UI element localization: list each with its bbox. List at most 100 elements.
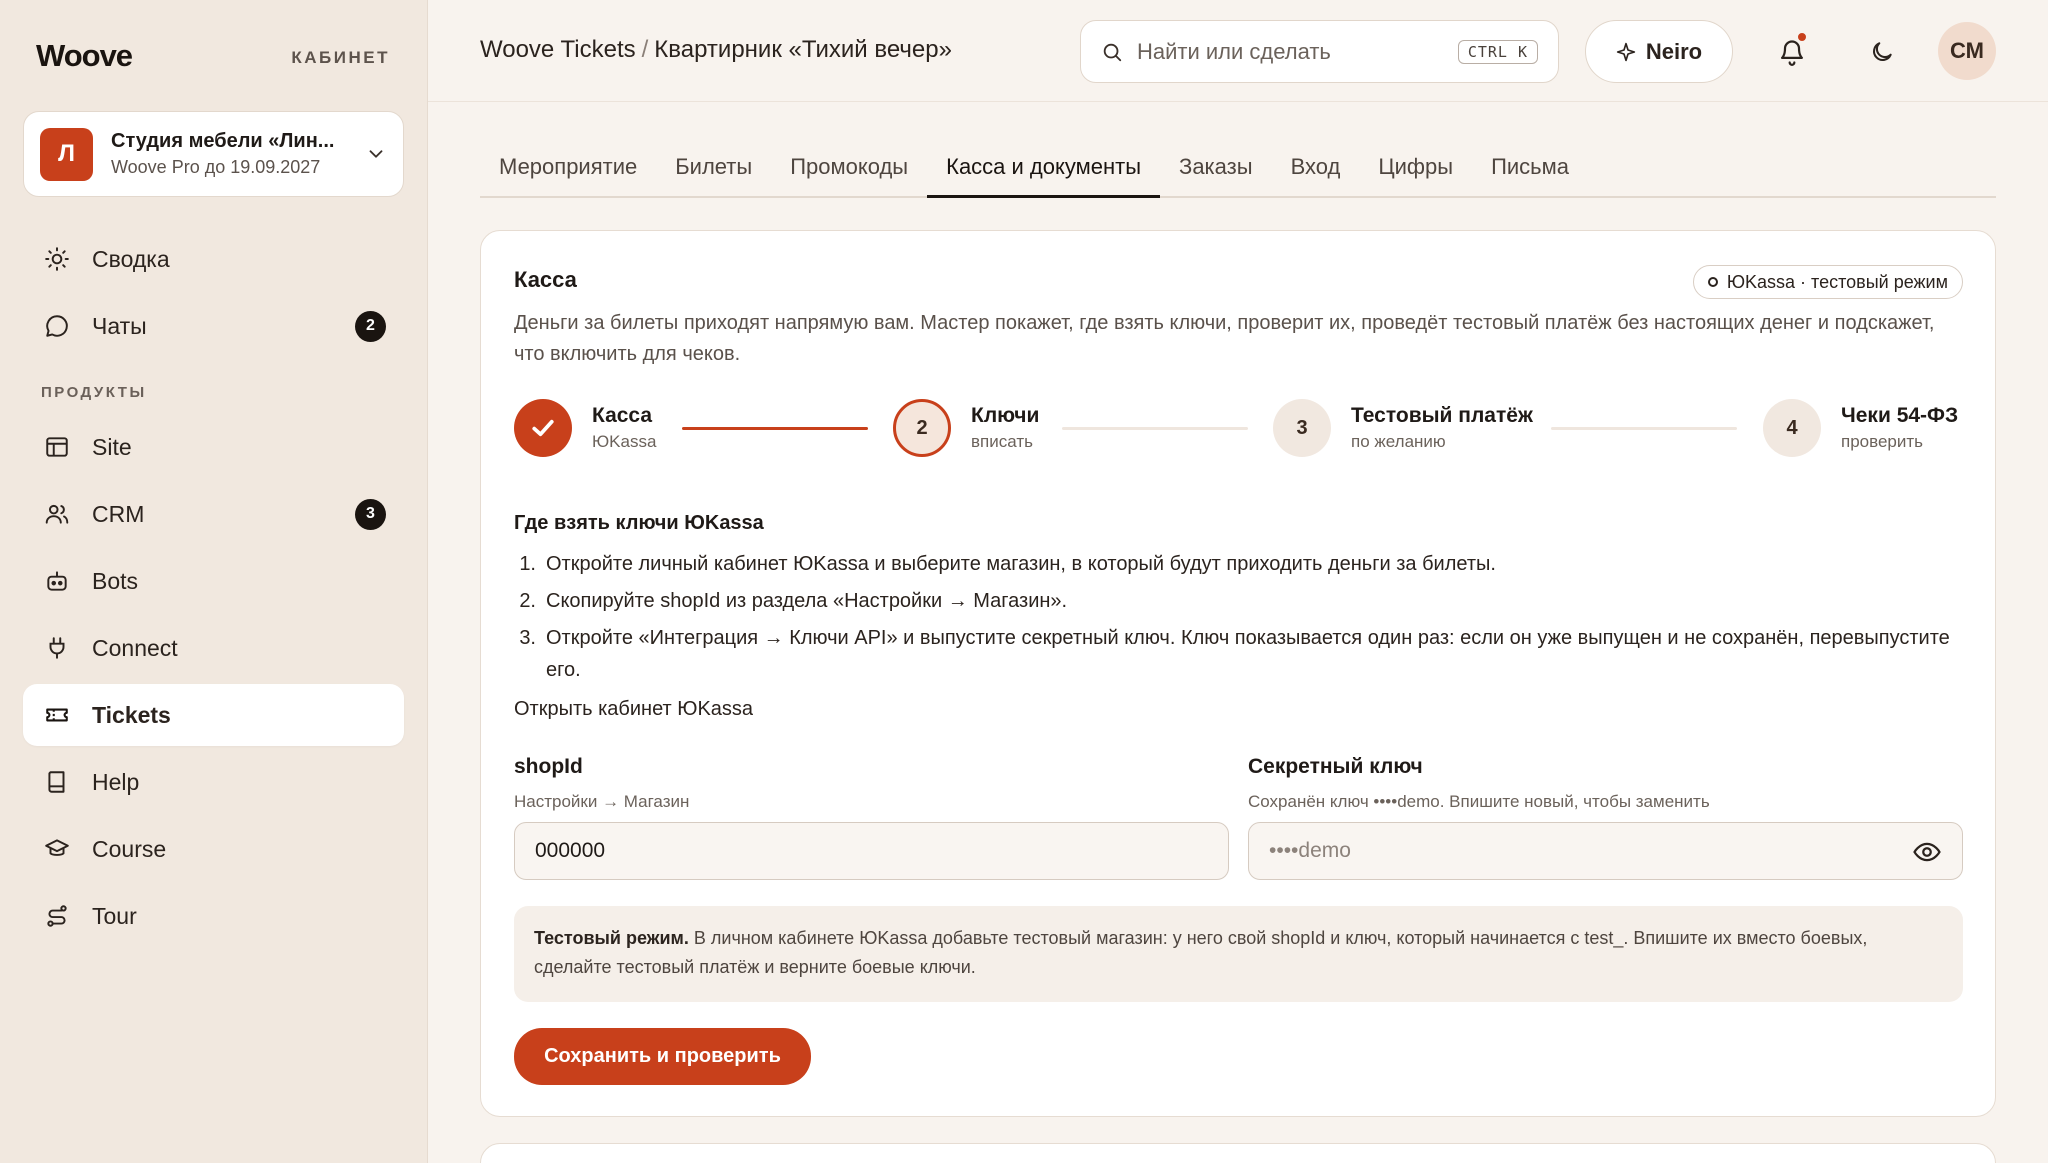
book-icon [43, 768, 71, 796]
status-text: ЮKassa · тестовый режим [1726, 271, 1948, 292]
sidebar-item-summary[interactable]: Сводка [23, 228, 404, 290]
card-description: Деньги за билеты приходят напрямую вам. … [514, 312, 1935, 365]
step-number: 4 [1763, 399, 1821, 457]
sidebar-item-label: Tickets [92, 701, 171, 728]
sidebar-item-bots[interactable]: Bots [23, 550, 404, 612]
neiro-label: Neiro [1645, 38, 1703, 64]
step-receipts[interactable]: 4 Чеки 54-ФЗ проверить [1763, 399, 1958, 457]
plug-icon [43, 634, 71, 662]
section-label-products: ПРОДУКТЫ [41, 384, 147, 401]
sidebar-item-label: Site [92, 433, 132, 460]
sidebar-item-course[interactable]: Course [23, 818, 404, 880]
save-and-verify-button[interactable]: Сохранить и проверить [514, 1028, 811, 1085]
route-icon [43, 902, 71, 930]
step-cashbox[interactable]: Касса ЮKassa [514, 399, 656, 457]
step-connector-done [682, 427, 868, 430]
tab-emails[interactable]: Письма [1472, 140, 1588, 198]
sidebar-item-chats[interactable]: Чаты 2 [23, 295, 404, 357]
sidebar-item-help[interactable]: Help [23, 751, 404, 813]
bot-icon [43, 567, 71, 595]
step-connector [1062, 427, 1248, 430]
secret-key-input[interactable] [1248, 822, 1963, 880]
sidebar-item-label: Сводка [92, 245, 170, 272]
step-title: Чеки 54-ФЗ [1841, 404, 1959, 427]
sidebar: Woove КАБИНЕТ Л Студия мебели «Лин... Wo… [0, 0, 428, 1163]
tab-payments-documents[interactable]: Касса и документы [927, 140, 1161, 198]
eye-icon[interactable] [1911, 836, 1943, 868]
sidebar-item-tickets[interactable]: Tickets [23, 684, 404, 746]
help-title: Где взять ключи ЮKassa [514, 512, 764, 534]
breadcrumb-root[interactable]: Woove Tickets [480, 36, 636, 63]
sidebar-item-connect[interactable]: Connect [23, 617, 404, 679]
tab-stats[interactable]: Цифры [1359, 140, 1472, 198]
tab-event[interactable]: Мероприятие [480, 140, 656, 198]
shop-id-hint: Настройки → Магазин [514, 792, 690, 811]
step-subtitle: по желанию [1351, 432, 1446, 451]
search-input[interactable]: Найти или сделать CTRL K [1080, 20, 1559, 83]
sidebar-item-label: CRM [92, 500, 145, 527]
shop-id-input[interactable] [514, 822, 1229, 880]
shop-id-label: shopId [514, 755, 583, 778]
tab-promocodes[interactable]: Промокоды [771, 140, 927, 198]
workspace-switcher[interactable]: Л Студия мебели «Лин... Woove Pro до 19.… [23, 111, 404, 197]
step-keys[interactable]: 2 Ключи вписать [893, 399, 1039, 457]
user-avatar[interactable]: СМ [1938, 22, 1996, 80]
sidebar-item-site[interactable]: Site [23, 416, 404, 478]
moon-icon [1873, 42, 1892, 61]
step-subtitle: вписать [971, 432, 1033, 451]
sidebar-item-tour[interactable]: Tour [23, 885, 404, 947]
search-shortcut: CTRL K [1457, 39, 1538, 64]
step-title: Касса [592, 404, 653, 427]
notifications-button[interactable] [1774, 31, 1810, 70]
neiro-button[interactable]: Neiro [1585, 20, 1733, 83]
step-title: Тестовый платёж [1351, 404, 1533, 427]
step-number: 3 [1273, 399, 1331, 457]
tab-orders[interactable]: Заказы [1160, 140, 1272, 198]
theme-toggle-button[interactable] [1864, 34, 1900, 70]
sidebar-item-label: Course [92, 835, 167, 862]
sun-icon [43, 245, 71, 273]
notification-dot [1796, 31, 1808, 43]
sidebar-item-label: Tour [92, 902, 137, 929]
ticket-icon [43, 701, 71, 729]
step-number: 2 [893, 399, 951, 457]
list-item: 2. Скопируйте shopId из раздела «Настройк… [519, 590, 1068, 612]
step-test-payment[interactable]: 3 Тестовый платёж по желанию [1273, 399, 1533, 457]
workspace-avatar: Л [40, 127, 93, 181]
search-placeholder: Найти или сделать [1137, 38, 1331, 64]
help-steps-list: 1. Откройте личный кабинет ЮKassa и выбер… [514, 548, 1974, 691]
tab-tickets[interactable]: Билеты [656, 140, 771, 198]
event-tabs: Мероприятие Билеты Промокоды Касса и док… [480, 140, 1996, 198]
secret-key-hint: Сохранён ключ ••••demo. Впишите новый, ч… [1248, 792, 1710, 811]
list-item: 1. Откройте личный кабинет ЮKassa и выбер… [519, 553, 1496, 575]
open-yookassa-link[interactable]: Открыть кабинет ЮKassa [514, 698, 753, 721]
sidebar-item-label: Чаты [92, 312, 147, 339]
secret-key-label: Секретный ключ [1248, 755, 1423, 778]
list-item: 3. Откройте «Интеграция → Ключи API» и вы… [519, 627, 1950, 681]
sidebar-item-label: Help [92, 768, 140, 795]
status-badge: ЮKassa · тестовый режим [1692, 265, 1963, 299]
step-connector [1551, 427, 1737, 430]
sidebar-item-label: Bots [92, 567, 139, 594]
breadcrumb-separator: / [641, 36, 649, 63]
step-subtitle: ЮKassa [592, 432, 657, 451]
sparkle-icon [1616, 42, 1636, 61]
graduation-cap-icon [43, 835, 71, 863]
top-bar: Woove Tickets / Квартирник «Тихий вечер» Н… [428, 0, 2048, 102]
search-icon [1103, 43, 1122, 61]
workspace-name: Студия мебели «Лин... [111, 130, 335, 152]
sidebar-item-crm[interactable]: CRM 3 [23, 483, 404, 545]
brand-tag: КАБИНЕТ [291, 48, 390, 67]
note-bold: Тестовый режим. [534, 928, 689, 948]
status-dot-icon [1707, 277, 1718, 287]
sidebar-item-label: Connect [92, 634, 178, 661]
layout-icon [43, 433, 71, 461]
check-icon [514, 399, 572, 457]
tab-entry[interactable]: Вход [1272, 140, 1360, 198]
test-mode-note: Тестовый режим. В личном кабинете ЮKassa… [514, 906, 1963, 1002]
brand-logo[interactable]: Woove [36, 38, 133, 74]
chats-count-badge: 2 [355, 310, 386, 342]
next-card [480, 1143, 1996, 1163]
card-title: Касса [514, 267, 577, 292]
payment-setup-card: Касса ЮKassa · тестовый режим Деньги за … [480, 230, 1996, 1117]
